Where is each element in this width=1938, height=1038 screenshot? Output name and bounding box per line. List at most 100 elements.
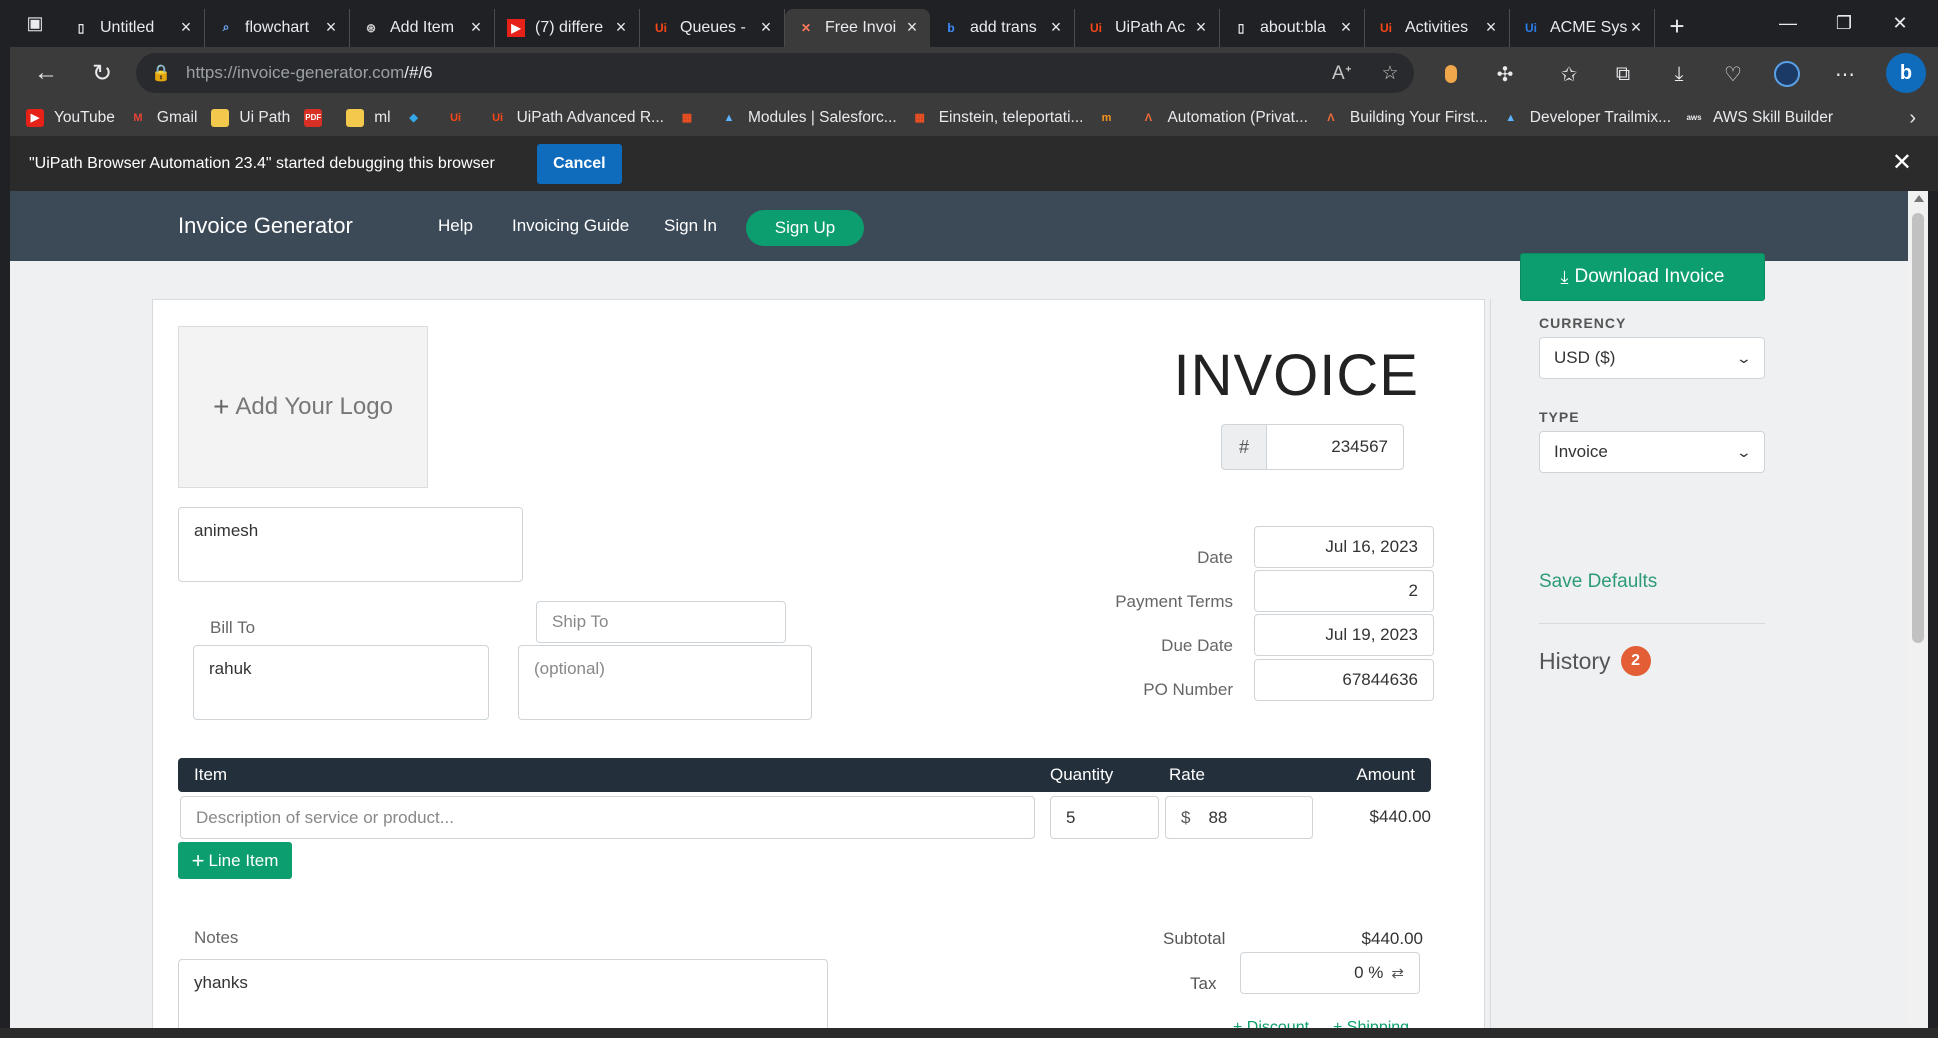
nav-sign-in[interactable]: Sign In <box>664 216 717 236</box>
bookmark-item[interactable]: ▬ ml <box>346 108 391 127</box>
close-tab-icon[interactable]: × <box>613 17 629 38</box>
rate-input[interactable]: $ 88 <box>1165 796 1313 839</box>
browser-tab[interactable]: ⌕ flowchart × <box>205 8 350 47</box>
bookmarks-overflow-chevron-icon[interactable]: › <box>1909 107 1916 130</box>
close-tab-icon[interactable]: × <box>1483 17 1499 38</box>
browser-tab[interactable]: ▯ about:bla × <box>1220 8 1365 47</box>
due-date-input[interactable]: Jul 19, 2023 <box>1254 614 1434 656</box>
bookmark-item[interactable]: Λ Building Your First... <box>1322 109 1488 127</box>
downloads-icon[interactable]: ⤓ <box>1662 57 1696 91</box>
add-shipping-link[interactable]: + Shipping <box>1333 1019 1409 1028</box>
history-link[interactable]: History 2 <box>1539 646 1651 676</box>
bookmark-item[interactable]: ◆ <box>405 109 433 127</box>
close-tab-icon[interactable]: × <box>178 17 194 38</box>
bookmark-item[interactable]: M Gmail <box>129 109 197 127</box>
browser-tab[interactable]: b add trans × <box>930 8 1075 47</box>
debug-cancel-button[interactable]: Cancel <box>536 143 622 184</box>
from-input[interactable]: animesh <box>178 507 523 582</box>
scrollbar-thumb[interactable] <box>1912 213 1924 643</box>
favorite-star-icon[interactable]: ☆ <box>1366 62 1414 85</box>
tax-input[interactable]: 0 % ⇄ <box>1240 952 1420 994</box>
date-input[interactable]: Jul 16, 2023 <box>1254 526 1434 568</box>
tab-actions-icon[interactable]: ▣ <box>10 0 60 47</box>
collections-icon[interactable]: ⧉ <box>1606 57 1640 91</box>
close-tab-icon[interactable]: × <box>468 17 484 38</box>
read-aloud-icon[interactable]: Aᐩ <box>1318 62 1366 85</box>
refresh-icon[interactable]: ↻ <box>74 51 130 95</box>
bookmark-item[interactable]: ▲ Developer Trailmix... <box>1502 109 1671 127</box>
bookmark-item[interactable]: Λ Automation (Privat... <box>1139 109 1308 127</box>
close-tab-icon[interactable]: × <box>1048 17 1064 38</box>
extensions-puzzle-icon[interactable]: ✣ <box>1488 57 1522 91</box>
profile-avatar[interactable] <box>1770 57 1804 91</box>
favorites-icon[interactable]: ✩ <box>1552 57 1586 91</box>
uipath-icon: Ui <box>655 20 667 35</box>
add-logo-button[interactable]: + Add Your Logo <box>178 326 428 488</box>
bing-copilot-icon[interactable]: b <box>1886 53 1926 93</box>
page-scrollbar[interactable] <box>1908 191 1928 1028</box>
save-defaults-link[interactable]: Save Defaults <box>1539 571 1657 593</box>
site-brand[interactable]: Invoice Generator <box>178 213 353 239</box>
invoice-number-input[interactable]: 234567 <box>1266 424 1404 470</box>
new-tab-button[interactable]: + <box>1655 8 1699 46</box>
po-number-label: PO Number <box>1143 680 1233 699</box>
browser-tab[interactable]: ✕ Free Invoi × <box>785 8 930 47</box>
bookmark-item[interactable]: ▶ YouTube <box>26 108 115 127</box>
add-discount-link[interactable]: + Discount <box>1233 1019 1309 1028</box>
close-tab-icon[interactable]: × <box>1193 17 1209 38</box>
bookmark-item[interactable]: ▦ <box>678 109 706 127</box>
scroll-up-arrow-icon[interactable] <box>1914 195 1924 202</box>
bookmark-item[interactable]: ▬ Ui Path <box>211 108 290 127</box>
bookmark-item[interactable]: Ui <box>447 109 475 127</box>
payment-terms-input[interactable]: 2 <box>1254 570 1434 612</box>
close-window-icon[interactable]: ✕ <box>1872 0 1928 47</box>
type-select[interactable]: Invoice ⌄ <box>1539 431 1765 473</box>
browser-tab[interactable]: ▯ Untitled × <box>60 8 205 47</box>
close-tab-icon[interactable]: × <box>904 17 920 38</box>
browser-tab[interactable]: Ui Queues - × <box>640 8 785 47</box>
download-invoice-button[interactable]: ⤓ Download Invoice <box>1520 253 1765 301</box>
add-line-item-button[interactable]: + Line Item <box>178 842 292 879</box>
ship-to-input[interactable]: (optional) <box>518 645 812 720</box>
sign-up-button[interactable]: Sign Up <box>746 210 864 246</box>
browser-tab[interactable]: Ui ACME Sys × <box>1510 8 1655 47</box>
bookmark-item[interactable]: PDF <box>304 108 332 127</box>
notes-input[interactable]: yhanks <box>178 959 828 1028</box>
browser-tab[interactable]: ▶ (7) differe × <box>495 8 640 47</box>
item-description-input[interactable]: Description of service or product... <box>180 796 1035 839</box>
nav-invoicing-guide[interactable]: Invoicing Guide <box>512 216 629 236</box>
bookmark-item[interactable]: ▲ Modules | Salesforc... <box>720 109 897 127</box>
ship-to-label-input[interactable]: Ship To <box>536 601 786 643</box>
invoice-title[interactable]: INVOICE <box>1174 342 1420 409</box>
tab-label: about:bla <box>1260 18 1326 36</box>
po-number-input[interactable]: 67844636 <box>1254 659 1434 701</box>
close-infobar-icon[interactable]: ✕ <box>1892 148 1912 177</box>
bill-to-input[interactable]: rahuk <box>193 645 489 720</box>
performance-icon[interactable]: ♡ <box>1716 57 1750 91</box>
close-tab-icon[interactable]: × <box>758 17 774 38</box>
browser-tab[interactable]: Ui UiPath Ac × <box>1075 8 1220 47</box>
back-icon[interactable]: ← <box>18 51 74 95</box>
browser-tab[interactable]: Ui Activities × <box>1365 8 1510 47</box>
bookmark-item[interactable]: ▦ Einstein, teleportati... <box>911 109 1084 127</box>
close-tab-icon[interactable]: × <box>1628 17 1644 38</box>
browser-tab[interactable]: ⊛ Add Item × <box>350 8 495 47</box>
bookmark-label: Developer Trailmix... <box>1529 108 1672 126</box>
address-bar[interactable]: 🔒 https://invoice-generator.com/#/6 Aᐩ ☆ <box>136 53 1414 93</box>
restore-icon[interactable]: ❐ <box>1816 0 1872 47</box>
lock-icon[interactable]: 🔒 <box>136 63 186 83</box>
minimize-icon[interactable]: — <box>1760 0 1816 47</box>
more-menu-icon[interactable]: ⋯ <box>1828 57 1862 91</box>
quantity-input[interactable]: 5 <box>1050 796 1159 839</box>
bookmark-item[interactable]: Ui UiPath Advanced R... <box>489 109 664 127</box>
mindmajix-icon: m <box>1101 111 1112 124</box>
extension-record-icon[interactable] <box>1434 57 1468 91</box>
currency-select[interactable]: USD ($) ⌄ <box>1539 337 1765 379</box>
url-text[interactable]: https://invoice-generator.com/#/6 <box>186 63 1318 83</box>
close-tab-icon[interactable]: × <box>323 17 339 38</box>
nav-help[interactable]: Help <box>438 216 473 236</box>
close-tab-icon[interactable]: × <box>1338 17 1354 38</box>
toggle-tax-type-icon[interactable]: ⇄ <box>1391 964 1404 982</box>
bookmark-item[interactable]: aws AWS Skill Builder <box>1685 109 1833 127</box>
bookmark-item[interactable]: m <box>1097 109 1125 127</box>
